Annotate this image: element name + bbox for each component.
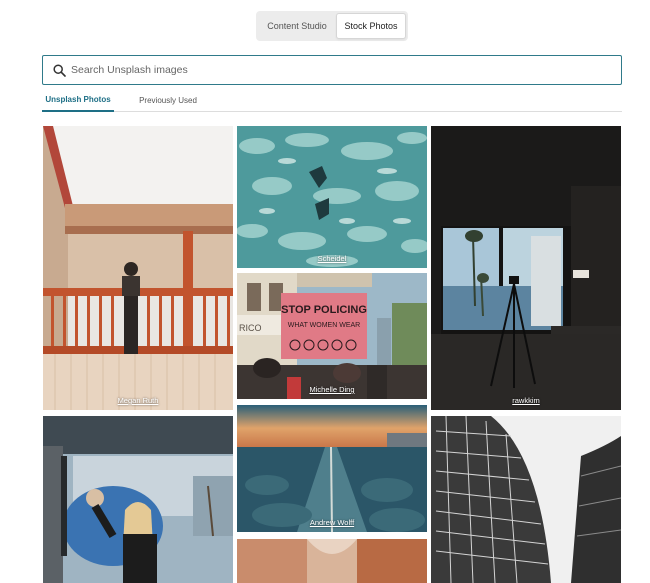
aerial-water-photo [237,126,427,268]
interior-photo [237,539,427,583]
photo-credit[interactable]: Megan Ruth [43,396,233,405]
sign-text-line2: WHAT WOMEN WEAR [288,322,360,329]
photo-tile-jetty[interactable]: Andrew Wolff [237,405,427,532]
storefront-sign: RICO [239,323,262,333]
dark-room-photo [431,126,621,410]
photo-credit[interactable]: rawkkim [431,396,621,405]
photo-tile-aerial-water[interactable]: Scheidel [237,126,427,268]
photo-tile-building[interactable] [431,416,621,583]
protest-photo: STOP POLICING WHAT WOMEN WEAR RICO [237,273,427,399]
photo-tile-protest[interactable]: STOP POLICING WHAT WOMEN WEAR RICO Miche… [237,273,427,399]
photo-tile-dark-room[interactable]: rawkkim [431,126,621,410]
photo-credit[interactable]: Michelle Ding [237,385,427,394]
photo-tile-car-portrait[interactable] [43,416,233,583]
jetty-photo [237,405,427,532]
balcony-photo [43,126,233,410]
photo-tile-balcony[interactable]: Megan Ruth [43,126,233,410]
photo-grid: Megan Ruth Scheidel STOP POLICING WHAT W… [0,0,650,583]
sign-text-line1: STOP POLICING [281,304,367,316]
photo-credit[interactable]: Andrew Wolff [237,518,427,527]
car-portrait-photo [43,416,233,583]
photo-credit[interactable]: Scheidel [237,254,427,263]
photo-tile-interior[interactable] [237,539,427,583]
building-photo [431,416,621,583]
